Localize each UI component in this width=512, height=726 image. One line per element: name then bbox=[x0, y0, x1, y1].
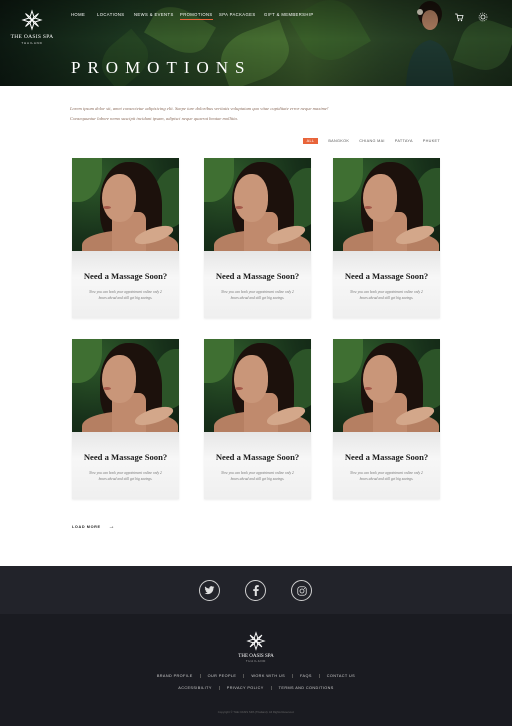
footer-social bbox=[0, 566, 512, 614]
brand-name: THE OASIS SPA bbox=[10, 34, 54, 40]
facebook-icon[interactable] bbox=[245, 580, 266, 601]
footer-brand-tagline: THAILAND bbox=[245, 659, 267, 663]
copyright-text: Copyright © THE OASIS SPA (Thailand). Al… bbox=[217, 710, 295, 714]
nav-home[interactable]: HOME bbox=[71, 12, 85, 17]
twitter-icon[interactable] bbox=[199, 580, 220, 601]
promotion-photo bbox=[72, 158, 179, 251]
site-logo[interactable]: THE OASIS SPA THAILAND bbox=[10, 8, 54, 45]
header-icons bbox=[454, 9, 488, 22]
promotion-photo bbox=[333, 158, 440, 251]
footer-link-our-people[interactable]: OUR PEOPLE bbox=[199, 674, 244, 678]
footer-logo[interactable]: THE OASIS SPA THAILAND bbox=[236, 630, 276, 663]
footer-link-accessibility[interactable]: ACCESSIBILITY bbox=[171, 686, 218, 690]
nav-gift-membership[interactable]: GIFT & MEMBERSHIP bbox=[264, 12, 314, 17]
footer-link-privacy-policy[interactable]: PRIVACY POLICY bbox=[218, 686, 271, 690]
settings-icon[interactable] bbox=[478, 9, 488, 22]
filter-pattaya[interactable]: PATTAYA bbox=[395, 139, 413, 143]
promotion-photo bbox=[204, 158, 311, 251]
footer-link-terms[interactable]: TERMS AND CONDITIONS bbox=[270, 686, 341, 690]
promotion-description: Now you can book your appointment online… bbox=[221, 290, 294, 300]
load-more-label: LOAD MORE bbox=[72, 525, 101, 529]
promotion-photo bbox=[204, 339, 311, 432]
promotion-description: Now you can book your appointment online… bbox=[89, 290, 162, 300]
intro-line-2: Consequuntur labore nemo suscipit incidu… bbox=[70, 116, 238, 121]
filter-phuket[interactable]: PHUKET bbox=[423, 139, 440, 143]
filter-bangkok[interactable]: BANGKOK bbox=[328, 139, 349, 143]
intro-line-1: Lorem ipsum dolor sit, amet consectetur … bbox=[70, 106, 329, 111]
promotion-description: Now you can book your appointment online… bbox=[221, 471, 294, 481]
nav-spa-packages[interactable]: SPA PACKAGES bbox=[219, 12, 256, 17]
filter-chiang-mai[interactable]: CHIANG MAI bbox=[359, 139, 385, 143]
promotion-title: Need a Massage Soon? bbox=[215, 271, 300, 281]
promotion-description: Now you can book your appointment online… bbox=[350, 471, 423, 481]
footer-link-work-with-us[interactable]: WORK WITH US bbox=[243, 674, 292, 678]
footer-links-secondary: ACCESSIBILITY PRIVACY POLICY TERMS AND C… bbox=[0, 686, 512, 690]
footer-link-faqs[interactable]: FAQS bbox=[292, 674, 319, 678]
instagram-icon[interactable] bbox=[291, 580, 312, 601]
promotion-card[interactable]: Need a Massage Soon? Now you can book you… bbox=[204, 158, 311, 318]
hero-banner: THE OASIS SPA THAILAND HOME LOCATIONS NE… bbox=[0, 0, 512, 86]
promotion-title: Need a Massage Soon? bbox=[344, 452, 429, 462]
promotion-description: Now you can book your appointment online… bbox=[350, 290, 423, 300]
brand-tagline: THAILAND bbox=[21, 41, 43, 45]
nav-locations[interactable]: LOCATIONS bbox=[97, 12, 125, 17]
footer-link-contact-us[interactable]: CONTACT US bbox=[318, 674, 362, 678]
intro-text: Lorem ipsum dolor sit, amet consectetur … bbox=[70, 104, 450, 124]
nav-news-events[interactable]: NEWS & EVENTS bbox=[134, 12, 174, 17]
promotion-photo bbox=[72, 339, 179, 432]
promotion-title: Need a Massage Soon? bbox=[83, 452, 168, 462]
promotion-title: Need a Massage Soon? bbox=[83, 271, 168, 281]
location-filters: ALL BANGKOK CHIANG MAI PATTAYA PHUKET bbox=[302, 138, 440, 144]
arrow-right-icon: → bbox=[108, 524, 115, 530]
promotion-card[interactable]: Need a Massage Soon? Now you can book you… bbox=[72, 339, 179, 499]
promotion-title: Need a Massage Soon? bbox=[215, 452, 300, 462]
cart-icon[interactable] bbox=[454, 9, 464, 22]
load-more-button[interactable]: LOAD MORE → bbox=[72, 524, 115, 530]
filter-all[interactable]: ALL bbox=[302, 138, 319, 144]
promotion-title: Need a Massage Soon? bbox=[344, 271, 429, 281]
page-title: PROMOTIONS bbox=[71, 58, 252, 77]
promotion-photo bbox=[333, 339, 440, 432]
promotion-card[interactable]: Need a Massage Soon? Now you can book you… bbox=[72, 158, 179, 318]
footer-link-brand-profile[interactable]: BRAND PROFILE bbox=[150, 674, 200, 678]
lotus-icon bbox=[21, 9, 43, 31]
footer: THE OASIS SPA THAILAND BRAND PROFILE OUR… bbox=[0, 614, 512, 726]
footer-links-primary: BRAND PROFILE OUR PEOPLE WORK WITH US FA… bbox=[0, 674, 512, 678]
nav-promotions[interactable]: PROMOTIONS bbox=[180, 12, 213, 20]
promotion-description: Now you can book your appointment online… bbox=[89, 471, 162, 481]
lotus-icon bbox=[246, 631, 266, 651]
promotion-card[interactable]: Need a Massage Soon? Now you can book you… bbox=[204, 339, 311, 499]
promotion-card[interactable]: Need a Massage Soon? Now you can book you… bbox=[333, 339, 440, 499]
promotion-card[interactable]: Need a Massage Soon? Now you can book you… bbox=[333, 158, 440, 318]
